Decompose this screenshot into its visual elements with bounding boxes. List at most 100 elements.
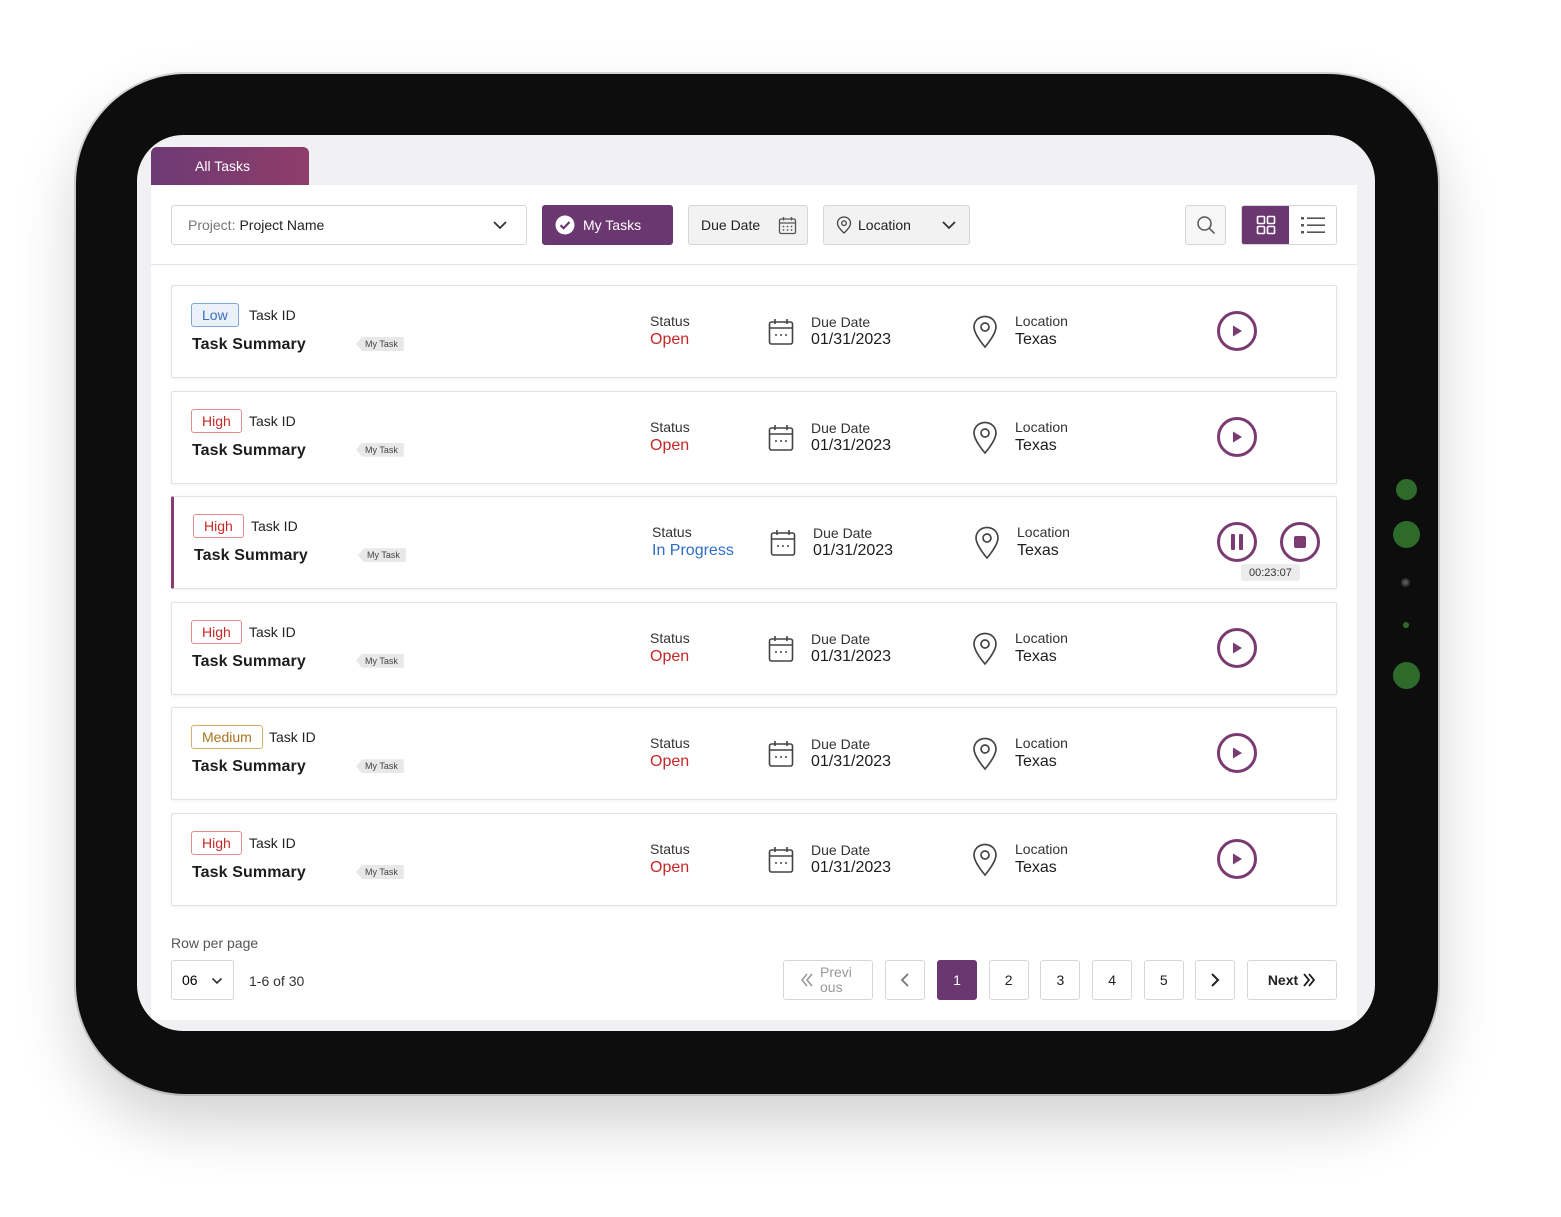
location-label: Location — [1015, 841, 1068, 857]
task-summary: Task Summary — [192, 441, 306, 459]
location-filter[interactable]: Location — [823, 205, 970, 245]
list-view-button[interactable] — [1289, 206, 1336, 244]
task-card[interactable]: High Task ID Task Summary My Task Status Open… — [171, 390, 1337, 484]
task-card[interactable]: Medium Task ID Task Summary My Task Status Op… — [171, 707, 1337, 801]
page-range: 1-6 of 30 — [249, 973, 305, 989]
status-value: Open — [650, 331, 690, 348]
page-3-button[interactable]: 3 — [1040, 960, 1081, 1000]
prev-page-button[interactable] — [885, 960, 925, 1000]
location-icon-wrap — [972, 843, 998, 882]
due-date-filter[interactable]: Due Date — [688, 205, 808, 245]
task-card[interactable]: Low Task ID Task Summary My Task Status Open D… — [171, 285, 1337, 378]
location-label: Location — [1015, 629, 1068, 646]
status-label: Status — [652, 524, 692, 541]
due-date-value: 01/31/2023 — [811, 753, 892, 771]
stop-icon — [1294, 536, 1306, 549]
play-button[interactable] — [1217, 311, 1257, 351]
due-date-icon-wrap — [768, 740, 794, 773]
search-button[interactable] — [1185, 205, 1226, 245]
status-value: Open — [650, 859, 690, 876]
elapsed-timer: 00:23:07 — [1241, 564, 1300, 582]
chevron-down-icon — [942, 221, 956, 230]
page-2-button[interactable]: 2 — [988, 960, 1029, 1000]
device-dot — [1396, 479, 1417, 500]
device-dot — [1393, 521, 1420, 548]
pause-icon — [1231, 534, 1243, 551]
play-icon — [1233, 853, 1242, 865]
previous-label: Previ ous — [820, 964, 852, 995]
previous-button[interactable]: Previ ous — [783, 960, 873, 1000]
chevron-left-icon — [900, 973, 909, 987]
project-select[interactable]: Project: Project Name — [171, 205, 527, 245]
tab-all-tasks[interactable]: All Tasks — [151, 147, 309, 185]
priority-badge: Low — [191, 303, 239, 327]
status-label: Status — [650, 841, 690, 857]
due-date-value: 01/31/2023 — [813, 542, 894, 560]
task-summary: Task Summary — [194, 547, 308, 565]
calendar-icon — [778, 217, 797, 235]
my-tasks-button[interactable]: My Tasks — [542, 205, 673, 245]
map-pin-icon — [975, 526, 999, 560]
due-date-icon-wrap — [770, 529, 796, 562]
task-id: Task ID — [249, 307, 296, 323]
due-date-filter-label: Due Date — [701, 217, 761, 233]
page-5-button[interactable]: 5 — [1143, 960, 1184, 1000]
next-button[interactable]: Next — [1247, 960, 1337, 1000]
status-label: Status — [650, 418, 690, 435]
task-id: Task ID — [249, 835, 296, 851]
chevron-down-icon — [493, 221, 507, 230]
priority-badge: High — [191, 408, 242, 433]
task-summary: Task Summary — [192, 652, 306, 670]
pause-button[interactable] — [1217, 522, 1257, 563]
grid-icon — [1256, 215, 1275, 235]
play-button[interactable] — [1217, 733, 1257, 774]
task-id: Task ID — [269, 729, 316, 746]
stop-button[interactable] — [1280, 522, 1320, 563]
task-id: Task ID — [249, 412, 296, 429]
play-icon — [1233, 747, 1242, 759]
grid-view-button[interactable] — [1242, 206, 1289, 244]
my-task-tag: My Task — [356, 337, 404, 351]
search-icon — [1196, 216, 1215, 235]
location-icon-wrap — [972, 421, 998, 460]
due-date-value: 01/31/2023 — [811, 859, 892, 876]
page-1-button[interactable]: 1 — [937, 960, 977, 1000]
next-page-button[interactable] — [1195, 960, 1235, 1000]
calendar-icon — [768, 635, 794, 662]
rows-per-page-select[interactable]: 06 — [171, 960, 234, 1000]
my-task-tag: My Task — [358, 548, 406, 563]
due-date-icon-wrap — [768, 318, 794, 351]
location-icon-wrap — [972, 737, 998, 776]
double-chevron-left-icon — [800, 973, 813, 987]
double-chevron-right-icon — [1303, 973, 1316, 987]
page-4-button[interactable]: 4 — [1092, 960, 1133, 1000]
due-date-label: Due Date — [811, 630, 871, 647]
task-card[interactable]: High Task ID Task Summary My Task Status Open… — [171, 601, 1337, 695]
play-icon — [1233, 431, 1242, 443]
task-id: Task ID — [249, 623, 296, 640]
task-card[interactable]: High Task ID Task Summary My Task Status Open… — [171, 813, 1337, 906]
my-task-tag: My Task — [356, 865, 404, 879]
rows-per-page-label: Row per page — [171, 935, 259, 951]
project-value: Project Name — [239, 217, 325, 233]
view-toggle — [1241, 205, 1337, 245]
map-pin-icon — [973, 843, 997, 877]
location-label: Location — [1017, 524, 1070, 541]
due-date-label: Due Date — [811, 314, 871, 330]
play-button[interactable] — [1217, 839, 1257, 879]
play-button[interactable] — [1217, 627, 1257, 668]
play-icon — [1233, 325, 1242, 337]
my-task-tag: My Task — [356, 759, 404, 774]
my-task-tag: My Task — [356, 653, 404, 668]
task-card[interactable]: High Task ID Task Summary My Task Status In P… — [171, 496, 1337, 590]
calendar-icon — [768, 847, 794, 873]
due-date-label: Due Date — [811, 842, 871, 858]
location-value: Texas — [1017, 542, 1059, 560]
status-label: Status — [650, 313, 690, 329]
play-button[interactable] — [1217, 416, 1257, 457]
next-label: Next — [1267, 972, 1299, 988]
due-date-icon-wrap — [768, 424, 794, 457]
due-date-value: 01/31/2023 — [811, 647, 892, 665]
location-label: Location — [1015, 418, 1068, 435]
due-date-label: Due Date — [811, 419, 871, 436]
